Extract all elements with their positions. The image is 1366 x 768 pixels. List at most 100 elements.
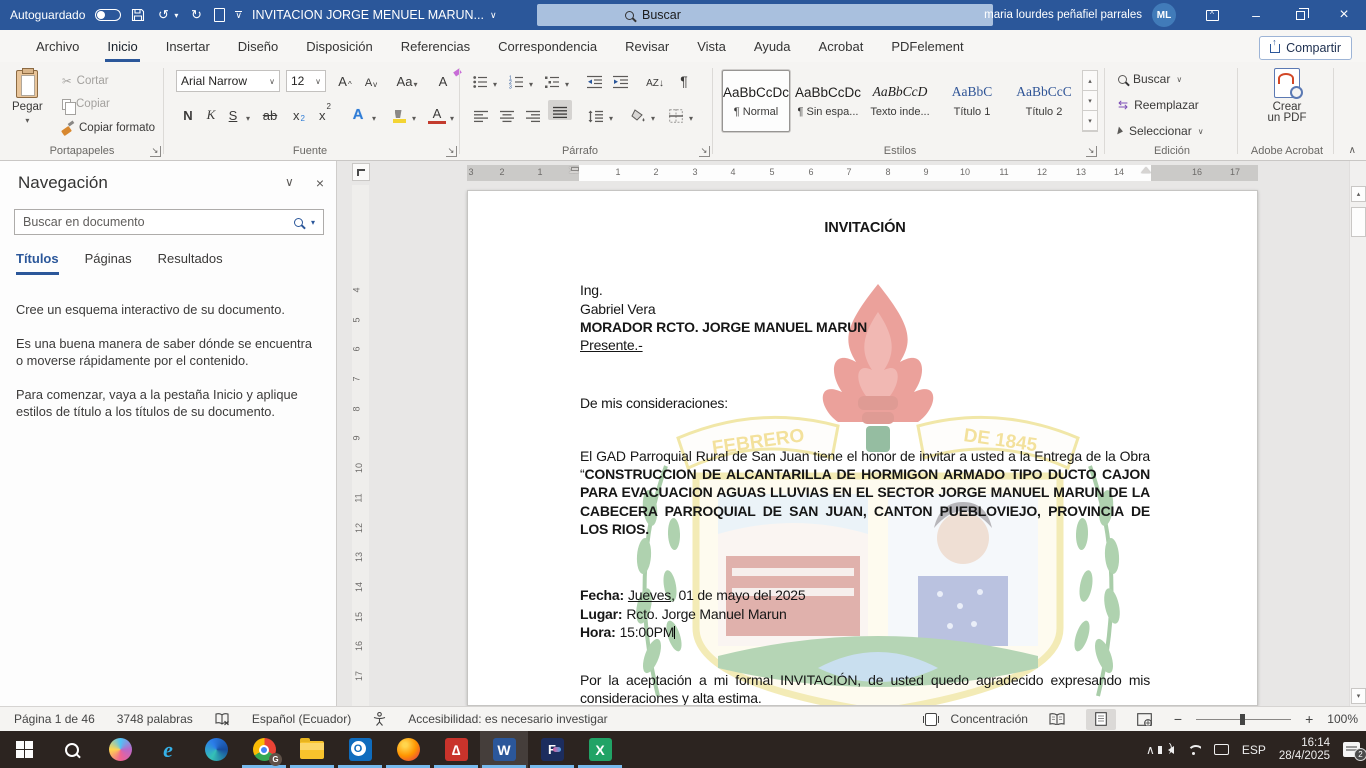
print-layout-button[interactable] [1086, 709, 1116, 730]
navigation-close-icon[interactable]: × [316, 175, 324, 191]
keyboard-language[interactable]: ESP [1242, 743, 1266, 757]
styles-scroll-up-icon[interactable]: ▴ [1083, 71, 1097, 91]
font-dialog-launcher[interactable]: ↘ [446, 146, 457, 157]
cut-button[interactable]: ✂ Cortar [62, 74, 109, 88]
tab-insertar[interactable]: Insertar [152, 32, 224, 62]
line-spacing-button[interactable] [584, 102, 606, 124]
undo-button[interactable]: ↺ [155, 7, 171, 23]
autosave-toggle[interactable] [95, 9, 121, 21]
navigation-search-dropdown-icon[interactable]: ▾ [311, 218, 315, 227]
navigation-options-icon[interactable]: ∨ [285, 175, 294, 191]
align-center-button[interactable] [496, 102, 518, 124]
borders-button[interactable] [666, 102, 686, 124]
restore-button[interactable] [1278, 0, 1322, 30]
right-indent-marker[interactable] [1141, 167, 1151, 173]
change-case-button[interactable]: Aa▾ [392, 68, 422, 90]
focus-mode-icon[interactable] [925, 713, 937, 726]
underline-button[interactable]: S [224, 102, 242, 124]
shading-button[interactable] [628, 102, 648, 124]
highlight-dropdown[interactable]: ▾ [408, 102, 420, 124]
justify-button[interactable] [548, 100, 572, 120]
bullets-button[interactable] [470, 68, 490, 90]
borders-dropdown[interactable]: ▾ [686, 102, 696, 124]
scroll-down-button[interactable]: ▾ [1351, 688, 1366, 704]
file-explorer-button[interactable] [288, 731, 336, 768]
web-layout-button[interactable] [1130, 709, 1160, 730]
highlight-button[interactable] [390, 102, 408, 124]
navigation-search-input[interactable] [23, 215, 286, 229]
subscript-button[interactable]: x2 [288, 102, 310, 124]
customize-quick-access-icon[interactable]: ∨ [235, 11, 242, 19]
tray-chevron-icon[interactable]: ∧ [1146, 743, 1155, 757]
touch-mode-icon[interactable] [214, 8, 225, 22]
excel-button[interactable]: X [576, 731, 624, 768]
paste-button[interactable]: Pegar ▾ [12, 70, 43, 125]
tab-selector[interactable] [352, 163, 370, 181]
close-button[interactable]: × [1322, 0, 1366, 30]
tab-ayuda[interactable]: Ayuda [740, 32, 805, 62]
edge-button[interactable] [192, 731, 240, 768]
align-right-button[interactable] [522, 102, 544, 124]
text-effects-dropdown[interactable]: ▾ [368, 102, 380, 124]
read-mode-button[interactable] [1042, 709, 1072, 730]
zoom-slider-thumb[interactable] [1240, 714, 1245, 725]
style-titulo-2[interactable]: AaBbCcC Título 2 [1010, 70, 1078, 132]
firefox-button[interactable] [384, 731, 432, 768]
text-effects-button[interactable]: A [348, 102, 368, 124]
start-button[interactable] [0, 731, 48, 768]
line-spacing-dropdown[interactable]: ▾ [606, 102, 616, 124]
style-titulo-1[interactable]: AaBbC Título 1 [938, 70, 1006, 132]
pdfelement-button[interactable]: F [528, 731, 576, 768]
create-pdf-button[interactable]: Crear un PDF [1252, 68, 1322, 124]
navigation-search-box[interactable]: ▾ [14, 209, 324, 235]
volume-icon[interactable] [1168, 746, 1174, 754]
nav-tab-resultados[interactable]: Resultados [158, 251, 223, 275]
style-sin-espaciado[interactable]: AaBbCcDc ¶ Sin espa... [794, 70, 862, 132]
style-normal[interactable]: AaBbCcDc ¶ Normal [722, 70, 790, 132]
scroll-up-button[interactable]: ▴ [1351, 186, 1366, 202]
paste-dropdown-icon[interactable]: ▾ [25, 116, 29, 125]
grow-font-button[interactable]: A^ [334, 68, 356, 90]
tab-referencias[interactable]: Referencias [387, 32, 484, 62]
internet-explorer-button[interactable]: e [144, 731, 192, 768]
font-size-combo[interactable]: 12 ∨ [286, 70, 326, 92]
navigation-search-icon[interactable] [294, 218, 303, 227]
decrease-indent-button[interactable] [584, 68, 604, 90]
font-color-button[interactable]: A [428, 102, 446, 124]
sort-button[interactable]: AZ↓ [642, 68, 668, 90]
ribbon-display-options-button[interactable]: ^ [1190, 0, 1234, 30]
styles-more-icon[interactable]: ▾ [1083, 111, 1097, 131]
numbering-dropdown[interactable]: ▾ [526, 68, 536, 90]
clock[interactable]: 16:14 28/4/2025 [1279, 737, 1330, 763]
undo-dropdown-icon[interactable]: ▾ [174, 11, 178, 20]
proofing-error-icon[interactable] [215, 713, 230, 726]
language-indicator[interactable]: Español (Ecuador) [252, 712, 351, 726]
style-texto-independiente[interactable]: AaBbCcD Texto inde... [866, 70, 934, 132]
zoom-slider[interactable] [1196, 719, 1291, 720]
word-count[interactable]: 3748 palabras [117, 712, 193, 726]
document-text[interactable]: INVITACIÓN Ing. Gabriel Vera MORADOR RCT… [468, 191, 1257, 706]
page-indicator[interactable]: Página 1 de 46 [14, 712, 95, 726]
vertical-scrollbar[interactable]: ▴ ▾ [1349, 161, 1366, 706]
increase-indent-button[interactable] [610, 68, 630, 90]
numbering-button[interactable]: 123 [506, 68, 526, 90]
collapse-ribbon-button[interactable]: ∧ [1349, 145, 1356, 156]
replace-button[interactable]: ⇆ Reemplazar [1118, 98, 1199, 112]
acrobat-button[interactable]: ∆ [432, 731, 480, 768]
copilot-button[interactable] [96, 731, 144, 768]
italic-button[interactable]: K [202, 102, 220, 124]
nav-tab-titulos[interactable]: Títulos [16, 251, 59, 275]
shrink-font-button[interactable]: Av [360, 68, 382, 90]
tab-inicio[interactable]: Inicio [93, 32, 151, 62]
tab-diseno[interactable]: Diseño [224, 32, 292, 62]
font-color-dropdown[interactable]: ▾ [446, 102, 458, 124]
wifi-icon[interactable] [1187, 745, 1201, 755]
zoom-in-button[interactable]: + [1305, 711, 1313, 727]
titlebar-search-box[interactable]: Buscar [537, 4, 993, 26]
superscript-button[interactable]: x2 [314, 102, 336, 124]
styles-dialog-launcher[interactable]: ↘ [1086, 146, 1097, 157]
clear-formatting-button[interactable]: A [432, 68, 454, 90]
document-title-area[interactable]: INVITACION JORGE MENUEL MARUN... ∨ [252, 0, 497, 30]
find-button[interactable]: Buscar ∨ [1118, 72, 1182, 86]
accessibility-status[interactable]: Accesibilidad: es necesario investigar [408, 712, 607, 726]
